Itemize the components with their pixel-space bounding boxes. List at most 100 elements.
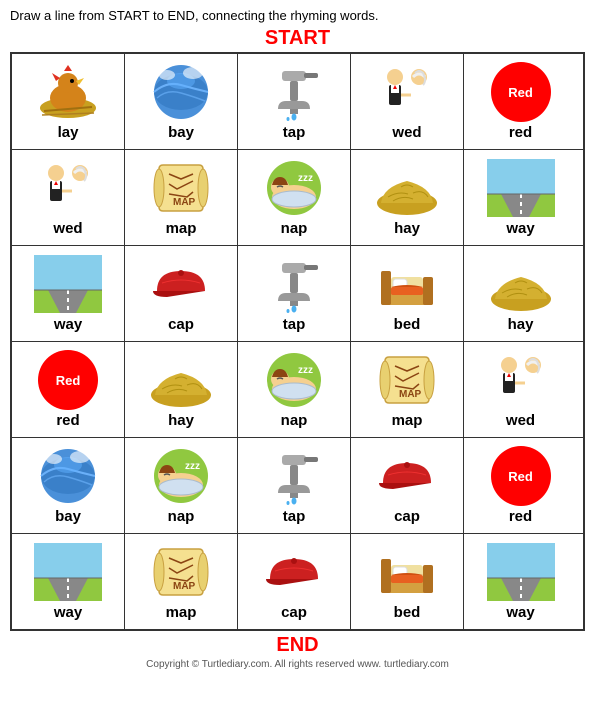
cell-3-2: zzz nap <box>238 342 351 437</box>
cell-word-2-1: cap <box>168 316 194 333</box>
cell-4-2: tap <box>238 438 351 533</box>
cell-icon-0-2 <box>260 62 328 122</box>
grid: lay bay tap <box>10 52 585 631</box>
cell-icon-2-2 <box>260 254 328 314</box>
cell-word-5-1: map <box>166 604 197 621</box>
cell-4-3: cap <box>351 438 464 533</box>
cell-icon-1-2: zzz <box>260 158 328 218</box>
svg-text:zzz: zzz <box>298 173 313 184</box>
cell-word-2-0: way <box>54 316 82 333</box>
cell-word-5-2: cap <box>281 604 307 621</box>
cell-word-5-0: way <box>54 604 82 621</box>
grid-row-4: bay zzz nap <box>12 438 583 534</box>
cell-2-0: way <box>12 246 125 341</box>
cell-4-4: Red red <box>464 438 577 533</box>
cell-0-1: bay <box>125 54 238 149</box>
cell-0-0: lay <box>12 54 125 149</box>
cell-word-4-0: bay <box>55 508 81 525</box>
cell-3-1: hay <box>125 342 238 437</box>
cell-icon-4-0 <box>34 446 102 506</box>
cell-2-3: bed <box>351 246 464 341</box>
cell-icon-3-3: MAP <box>373 350 441 410</box>
cell-icon-1-0 <box>34 158 102 218</box>
cell-icon-0-0 <box>34 62 102 122</box>
cell-0-4: Redred <box>464 54 577 149</box>
cell-1-3: hay <box>351 150 464 245</box>
cell-word-4-3: cap <box>394 508 420 525</box>
cell-word-0-1: bay <box>168 124 194 141</box>
cell-1-0: wed <box>12 150 125 245</box>
cell-5-4: way <box>464 534 577 629</box>
cell-icon-5-3 <box>373 542 441 602</box>
cell-5-1: MAP map <box>125 534 238 629</box>
cell-2-2: tap <box>238 246 351 341</box>
cell-word-1-4: way <box>506 220 534 237</box>
cell-word-1-0: wed <box>53 220 82 237</box>
cell-icon-5-4 <box>487 542 555 602</box>
cell-icon-0-3 <box>373 62 441 122</box>
svg-text:zzz: zzz <box>185 461 200 472</box>
cell-word-0-2: tap <box>283 124 306 141</box>
cell-word-2-3: bed <box>394 316 421 333</box>
instruction: Draw a line from START to END, connectin… <box>0 0 595 27</box>
cell-word-4-4: red <box>509 508 532 525</box>
cell-5-0: way <box>12 534 125 629</box>
cell-icon-2-4 <box>487 254 555 314</box>
cell-5-2: cap <box>238 534 351 629</box>
cell-icon-4-1: zzz <box>147 446 215 506</box>
cell-icon-2-0 <box>34 254 102 314</box>
cell-icon-1-1: MAP <box>147 158 215 218</box>
cell-icon-1-3 <box>373 158 441 218</box>
cell-icon-5-0 <box>34 542 102 602</box>
cell-icon-3-0: Red <box>34 350 102 410</box>
cell-1-4: way <box>464 150 577 245</box>
grid-row-0: lay bay tap <box>12 54 583 150</box>
cell-icon-1-4 <box>487 158 555 218</box>
svg-text:zzz: zzz <box>298 365 313 376</box>
cell-icon-3-2: zzz <box>260 350 328 410</box>
cell-3-0: Redred <box>12 342 125 437</box>
cell-icon-3-4 <box>487 350 555 410</box>
grid-row-1: wed MAP map <box>12 150 583 246</box>
cell-icon-2-1 <box>147 254 215 314</box>
cell-0-3: wed <box>351 54 464 149</box>
cell-word-2-2: tap <box>283 316 306 333</box>
cell-0-2: tap <box>238 54 351 149</box>
cell-word-5-4: way <box>506 604 534 621</box>
cell-icon-5-1: MAP <box>147 542 215 602</box>
cell-word-0-4: red <box>509 124 532 141</box>
cell-icon-3-1 <box>147 350 215 410</box>
grid-row-3: Redred hay <box>12 342 583 438</box>
cell-5-3: bed <box>351 534 464 629</box>
cell-word-1-3: hay <box>394 220 420 237</box>
cell-word-3-1: hay <box>168 412 194 429</box>
cell-icon-4-2 <box>260 446 328 506</box>
cell-3-4: wed <box>464 342 577 437</box>
cell-4-0: bay <box>12 438 125 533</box>
cell-1-2: zzz nap <box>238 150 351 245</box>
cell-word-1-2: nap <box>281 220 308 237</box>
cell-word-4-1: nap <box>168 508 195 525</box>
cell-word-4-2: tap <box>283 508 306 525</box>
cell-word-3-3: map <box>392 412 423 429</box>
cell-word-3-4: wed <box>506 412 535 429</box>
grid-row-2: way cap tap <box>12 246 583 342</box>
svg-text:MAP: MAP <box>173 197 196 208</box>
cell-1-1: MAP map <box>125 150 238 245</box>
start-label: START <box>0 27 595 50</box>
svg-text:MAP: MAP <box>399 389 422 400</box>
cell-icon-4-4: Red <box>487 446 555 506</box>
cell-word-5-3: bed <box>394 604 421 621</box>
cell-icon-5-2 <box>260 542 328 602</box>
grid-row-5: way MAP map cap <box>12 534 583 629</box>
svg-text:MAP: MAP <box>173 581 196 592</box>
cell-4-1: zzz nap <box>125 438 238 533</box>
cell-word-0-0: lay <box>58 124 79 141</box>
cell-icon-0-1 <box>147 62 215 122</box>
cell-icon-4-3 <box>373 446 441 506</box>
cell-2-4: hay <box>464 246 577 341</box>
cell-word-1-1: map <box>166 220 197 237</box>
cell-2-1: cap <box>125 246 238 341</box>
cell-word-2-4: hay <box>508 316 534 333</box>
end-label: END <box>0 634 595 657</box>
